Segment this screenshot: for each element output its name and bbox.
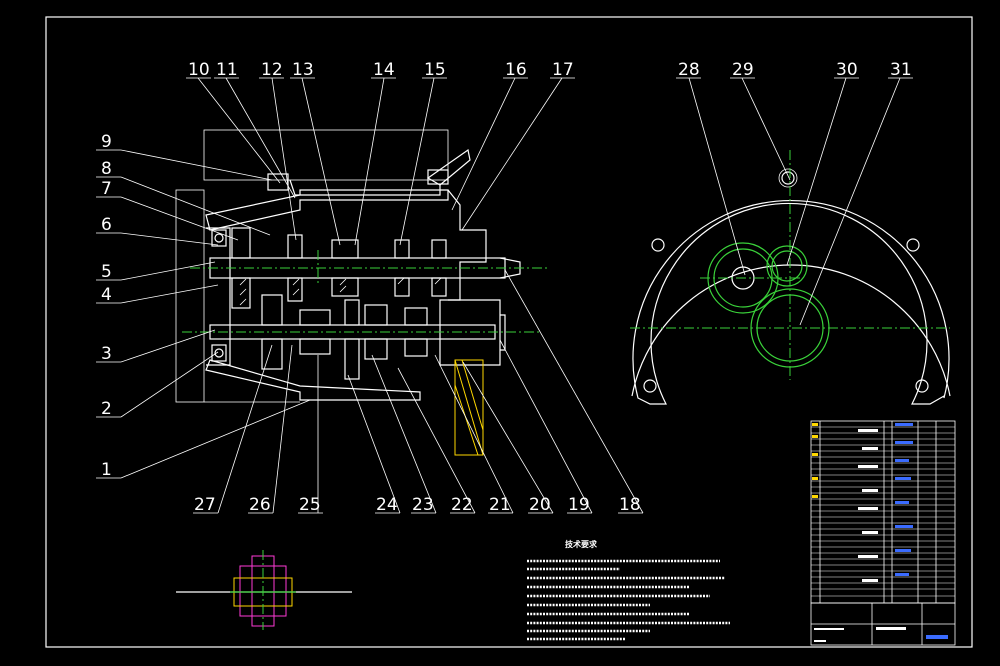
balloon-6: 6 bbox=[101, 215, 112, 235]
balloon-7: 7 bbox=[101, 179, 112, 199]
balloon-12: 12 bbox=[261, 60, 283, 80]
balloon-23: 23 bbox=[412, 495, 434, 515]
notes-body bbox=[527, 559, 730, 641]
balloon-26: 26 bbox=[249, 495, 271, 515]
balloon-30: 30 bbox=[836, 60, 858, 80]
balloon-31: 31 bbox=[890, 60, 912, 80]
balloon-19: 19 bbox=[568, 495, 590, 515]
balloon-17: 17 bbox=[552, 60, 574, 80]
end-plate-view bbox=[630, 150, 951, 405]
notes-title: 技术要求 bbox=[565, 539, 598, 549]
balloon-11: 11 bbox=[216, 60, 238, 80]
title-block bbox=[810, 420, 956, 646]
balloon-labels: 10 11 12 13 14 15 16 17 28 29 30 31 9 8 … bbox=[101, 60, 912, 515]
balloon-1: 1 bbox=[101, 460, 112, 480]
balloon-25: 25 bbox=[299, 495, 321, 515]
balloon-18: 18 bbox=[619, 495, 641, 515]
balloon-21: 21 bbox=[489, 495, 511, 515]
balloon-10: 10 bbox=[188, 60, 210, 80]
balloon-13: 13 bbox=[292, 60, 314, 80]
balloon-9: 9 bbox=[101, 132, 112, 152]
balloon-29: 29 bbox=[732, 60, 754, 80]
balloon-8: 8 bbox=[101, 159, 112, 179]
bom-rows bbox=[811, 426, 955, 597]
balloon-3: 3 bbox=[101, 344, 112, 364]
balloon-5: 5 bbox=[101, 262, 112, 282]
technical-notes: 技术要求 bbox=[527, 539, 730, 641]
balloon-14: 14 bbox=[373, 60, 395, 80]
detail-view bbox=[176, 550, 352, 630]
balloon-16: 16 bbox=[505, 60, 527, 80]
gearbox-section-view bbox=[175, 129, 548, 456]
balloon-2: 2 bbox=[101, 399, 112, 419]
bom-entries bbox=[812, 423, 913, 582]
cad-drawing: 10 11 12 13 14 15 16 17 28 29 30 31 9 8 … bbox=[45, 16, 973, 648]
balloon-27: 27 bbox=[194, 495, 216, 515]
balloon-20: 20 bbox=[529, 495, 551, 515]
balloon-24: 24 bbox=[376, 495, 398, 515]
balloon-15: 15 bbox=[424, 60, 446, 80]
balloon-28: 28 bbox=[678, 60, 700, 80]
balloon-4: 4 bbox=[101, 285, 112, 305]
balloon-22: 22 bbox=[451, 495, 473, 515]
